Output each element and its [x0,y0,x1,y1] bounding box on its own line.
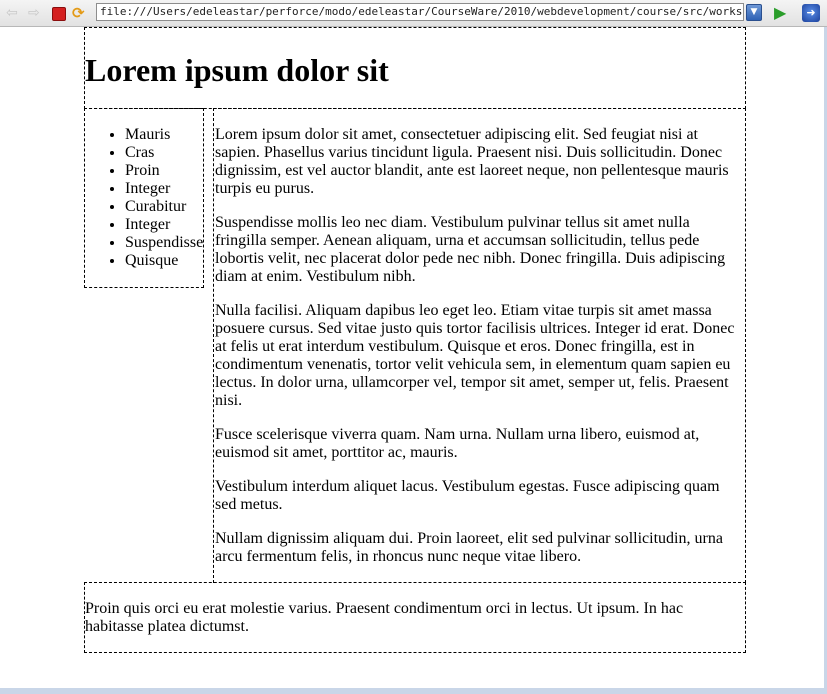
content-box: Lorem ipsum dolor sit amet, consectetuer… [213,108,746,583]
list-item: Mauris [125,126,203,144]
header-box: Lorem ipsum dolor sit [84,27,746,109]
footer-box: Proin quis orci eu erat molestie varius.… [84,582,746,653]
paragraph: Nullam dignissim aliquam dui. Proin laor… [215,530,723,565]
list-item: Proin [125,162,203,180]
eclipse-icon[interactable]: ➜ [802,4,820,22]
list-item: Quisque [125,252,203,270]
content-body: Lorem ipsum dolor sit amet, consectetuer… [214,126,744,582]
paragraph: Lorem ipsum dolor sit amet, consectetuer… [215,126,729,197]
paragraph: Fusce scelerisque viverra quam. Nam urna… [215,426,700,461]
url-input[interactable]: file:///Users/edeleastar/perforce/modo/e… [96,3,744,21]
browser-toolbar: ⇦ ⇨ ⟳ file:///Users/edeleastar/perforce/… [0,0,827,27]
list-item: Integer [125,216,203,234]
go-play-icon[interactable]: ▶ [774,5,790,21]
paragraph: Nulla facilisi. Aliquam dapibus leo eget… [215,302,735,409]
back-arrow-icon[interactable]: ⇦ [6,5,22,21]
list-item: Suspendisse [125,234,203,252]
list-item: Curabitur [125,198,203,216]
nav-box: Mauris Cras Proin Integer Curabitur Inte… [84,108,204,288]
window-frame-bottom [0,688,827,694]
nav-list: Mauris Cras Proin Integer Curabitur Inte… [85,126,203,270]
forward-arrow-icon[interactable]: ⇨ [28,5,44,21]
list-item: Integer [125,180,203,198]
list-item: Cras [125,144,203,162]
chevron-down-icon[interactable]: ▼ [746,4,762,21]
refresh-icon[interactable]: ⟳ [72,5,88,21]
paragraph: Suspendisse mollis leo nec diam. Vestibu… [215,214,726,285]
footer-text: Proin quis orci eu erat molestie varius.… [85,600,684,635]
page-title: Lorem ipsum dolor sit [85,52,389,88]
stop-icon[interactable] [52,7,66,21]
paragraph: Vestibulum interdum aliquet lacus. Vesti… [215,478,720,513]
page-viewport: Lorem ipsum dolor sit Mauris Cras Proin … [0,27,824,688]
